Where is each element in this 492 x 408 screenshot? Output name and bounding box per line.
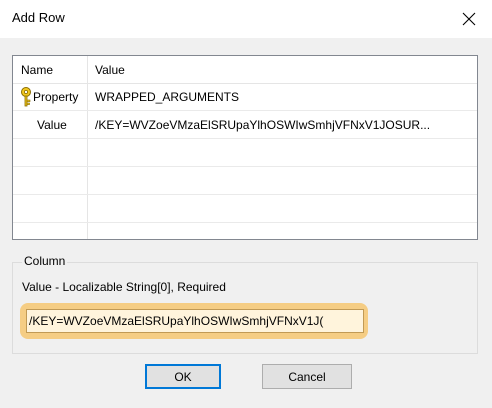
header-value[interactable]: Value: [95, 63, 125, 77]
column-description: Value - Localizable String[0], Required: [22, 280, 226, 294]
row-name: Value: [37, 118, 67, 132]
ok-button[interactable]: OK: [145, 364, 221, 389]
dialog-title: Add Row: [12, 10, 65, 25]
property-grid: Name Value Property WRAPPED_ARGUMENTS Va…: [12, 55, 478, 240]
cell-name[interactable]: Property: [13, 83, 87, 110]
grid-row-empty[interactable]: [13, 195, 477, 223]
row-value[interactable]: /KEY=WVZoeVMzaElSRUpaYlhOSWIwSmhjVFNxV1J…: [95, 118, 473, 132]
cell-name[interactable]: Value: [13, 111, 87, 138]
grid-row-empty[interactable]: [13, 167, 477, 195]
grid-row-empty[interactable]: [13, 139, 477, 167]
add-row-dialog: Add Row Name Value Property WRAPPED_ARGU…: [0, 0, 492, 408]
cancel-button[interactable]: Cancel: [262, 364, 352, 389]
row-value[interactable]: WRAPPED_ARGUMENTS: [95, 90, 473, 104]
key-icon: [21, 87, 31, 107]
grid-row-value[interactable]: Value /KEY=WVZoeVMzaElSRUpaYlhOSWIwSmhjV…: [13, 111, 477, 139]
column-group-title: Column: [22, 254, 68, 268]
header-name[interactable]: Name: [21, 63, 53, 77]
title-bar: Add Row: [0, 0, 492, 38]
grid-row-property[interactable]: Property WRAPPED_ARGUMENTS: [13, 83, 477, 111]
value-input[interactable]: [26, 309, 364, 333]
close-button[interactable]: [452, 4, 486, 34]
close-icon: [462, 12, 476, 26]
grid-header: Name Value: [13, 56, 477, 84]
row-name: Property: [33, 90, 79, 104]
